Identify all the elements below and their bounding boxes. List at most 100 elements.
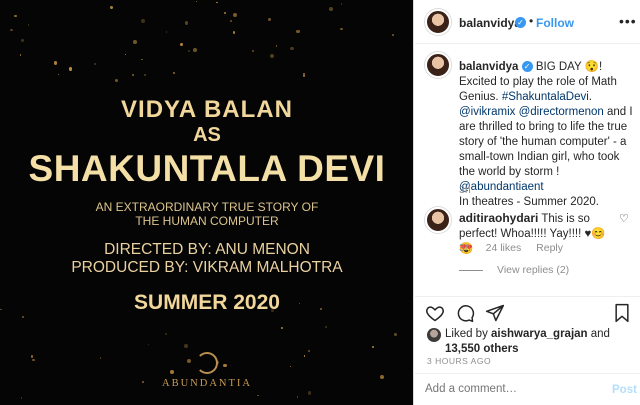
poster-logo-text: ABUNDANTIA (162, 378, 252, 389)
caption-username[interactable]: balanvidya (459, 61, 518, 73)
sparkle (184, 21, 189, 25)
sparkle (224, 12, 226, 14)
comment-likes[interactable]: 24 likes (486, 242, 522, 254)
post-caption: balanvidya ✓ BIG DAY 😯! Excited to play … (459, 60, 634, 210)
sparkle (307, 391, 312, 395)
action-bar (415, 296, 640, 324)
share-icon[interactable] (485, 303, 505, 323)
header-username[interactable]: balanvidya (459, 16, 521, 30)
sparkle (166, 31, 168, 33)
caption-text-5: In theatres - Summer 2020. (459, 196, 599, 208)
caption-time[interactable]: 3h (459, 184, 471, 196)
sparkle (184, 344, 189, 348)
sparkle (30, 355, 34, 358)
sparkle (394, 333, 398, 337)
sparkle (340, 27, 343, 30)
sparkle (28, 24, 30, 26)
sparkle (115, 78, 119, 82)
add-comment-bar: Post (415, 373, 640, 405)
poster-title: SHAKUNTALA DEVI (28, 148, 386, 189)
sparkle (14, 14, 17, 18)
sparkle (275, 44, 278, 47)
mention-link[interactable]: @ivikramix (459, 106, 515, 118)
poster-release: SUMMER 2020 (134, 291, 280, 314)
sparkle (21, 39, 24, 42)
sparkle (20, 396, 23, 399)
heart-icon[interactable] (425, 303, 445, 323)
mention-link[interactable]: @directormenon (519, 106, 604, 118)
avatar[interactable] (425, 9, 451, 35)
abundantia-logo-icon (196, 352, 218, 374)
liker-avatar[interactable] (427, 328, 441, 342)
follow-button[interactable]: Follow (536, 16, 574, 30)
comment-like-icon[interactable]: ♡ (619, 212, 629, 225)
sparkle (232, 31, 236, 34)
more-options-icon[interactable]: ••• (619, 13, 637, 29)
caption-text-2: . (588, 91, 592, 103)
sparkle (281, 326, 284, 329)
sparkle (371, 345, 375, 349)
sparkle (192, 48, 197, 52)
likes-count[interactable]: 13,550 others (445, 343, 519, 355)
sparkle (19, 54, 21, 56)
hashtag-link[interactable]: #ShakuntalaDevi (502, 91, 589, 103)
poster-as: AS (193, 124, 221, 146)
sparkle (229, 19, 233, 22)
comment-avatar[interactable] (425, 207, 451, 233)
sparkle (216, 1, 218, 4)
sparkle (295, 29, 300, 34)
sparkle (99, 356, 102, 359)
sparkle (289, 366, 292, 368)
sparkle (252, 50, 255, 53)
sparkle (133, 39, 138, 44)
sparkle (329, 6, 333, 11)
comment-input[interactable] (425, 383, 595, 395)
sparkle (143, 74, 146, 77)
comment-time[interactable]: 3h (459, 242, 471, 254)
view-replies-button[interactable]: View replies (2) (459, 264, 569, 276)
comment-meta: 3h 24 likes Reply (459, 242, 575, 254)
sparkle (187, 358, 192, 363)
sparkle (180, 43, 183, 46)
verified-icon: ✓ (521, 61, 533, 73)
posted-ago[interactable]: 3 HOURS AGO (427, 356, 491, 366)
poster-tagline-1: AN EXTRAORDINARY TRUE STORY OF (95, 200, 319, 214)
view-replies-label: View replies (2) (497, 264, 570, 276)
sparkle (296, 396, 299, 398)
sparkle (302, 74, 306, 77)
comment-icon[interactable] (455, 303, 475, 323)
sparkle (125, 53, 127, 55)
header-separator: • (529, 14, 534, 28)
comment-username[interactable]: aditiraohydari (459, 211, 538, 225)
sparkle (307, 350, 310, 353)
sparkle (58, 73, 60, 76)
sparkle (21, 315, 25, 319)
post-side-panel: balanvidya ✓ • Follow ••• balanvidya ✓ B… (415, 0, 640, 405)
reply-button[interactable]: Reply (536, 242, 563, 254)
post-header: balanvidya ✓ • Follow ••• (415, 0, 640, 44)
post-button[interactable]: Post (612, 384, 637, 396)
sparkle (172, 71, 176, 75)
mention-link[interactable]: @abundantiaent (459, 181, 544, 193)
sparkle (391, 33, 395, 36)
sparkle (54, 61, 58, 65)
sparkle (164, 333, 167, 335)
sparkle (270, 54, 275, 59)
liker-username[interactable]: aishwarya_grajan (491, 328, 588, 340)
divider (459, 269, 483, 271)
bookmark-icon[interactable] (613, 303, 631, 323)
poster-actor: VIDYA BALAN (121, 96, 293, 123)
poster-tagline-2: THE HUMAN COMPUTER (135, 214, 279, 228)
sparkle (340, 2, 343, 5)
sparkle (109, 6, 113, 10)
sparkle (94, 63, 97, 66)
sparkle (304, 355, 306, 357)
sparkle (233, 13, 237, 17)
post-image[interactable]: VIDYA BALAN AS SHAKUNTALA DEVI AN EXTRAO… (0, 0, 414, 405)
sparkle (141, 19, 145, 24)
poster-produced-by: PRODUCED BY: VIKRAM MALHOTRA (71, 259, 343, 276)
sparkle (290, 46, 294, 51)
sparkle (147, 344, 149, 346)
sparkle (9, 28, 13, 32)
caption-avatar[interactable] (425, 52, 451, 78)
